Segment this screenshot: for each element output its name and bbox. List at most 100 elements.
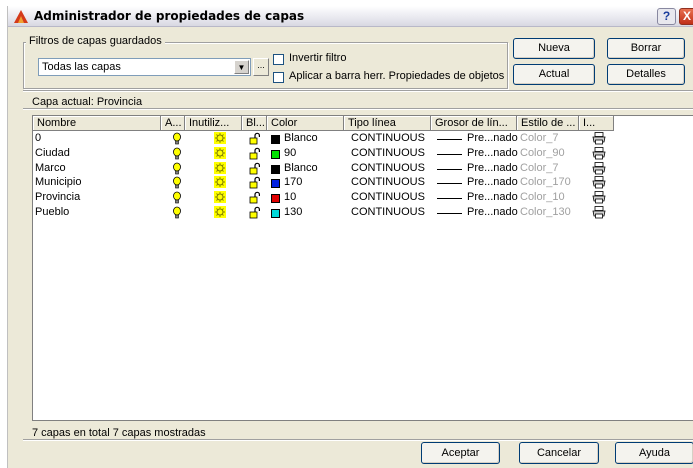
col-header-on[interactable]: A...	[161, 116, 185, 131]
sun-thawed-icon[interactable]	[213, 132, 227, 145]
status-text: 7 capas en total 7 capas mostradas	[32, 427, 206, 439]
col-header-lineweight[interactable]: Grosor de lín...	[431, 116, 517, 131]
invert-filter-label: Invertir filtro	[289, 52, 347, 64]
layer-properties-dialog: Administrador de propiedades de capas ? …	[7, 6, 693, 468]
lightbulb-on-icon[interactable]	[170, 191, 184, 204]
ok-button[interactable]: Aceptar	[421, 442, 500, 464]
layer-list[interactable]: Nombre A... Inutiliz... Bl... Color Tipo…	[32, 115, 693, 421]
filter-select[interactable]: Todas las capas ▼	[38, 58, 251, 76]
layer-color[interactable]: 10	[284, 190, 296, 204]
unlocked-padlock-icon[interactable]	[248, 132, 262, 145]
color-swatch[interactable]	[271, 209, 280, 218]
unlocked-padlock-icon[interactable]	[248, 147, 262, 160]
help-title-button[interactable]: ?	[657, 8, 676, 25]
separator	[23, 108, 693, 109]
lightbulb-on-icon[interactable]	[170, 147, 184, 160]
printer-icon[interactable]	[592, 161, 606, 175]
layer-lineweight[interactable]: Pre...nado	[467, 175, 518, 189]
chevron-down-icon[interactable]: ▼	[234, 60, 249, 74]
layer-row[interactable]: Provincia 10 CONTINUOUS Pre...nado Color_10	[33, 190, 693, 205]
title-bar[interactable]: Administrador de propiedades de capas ? …	[8, 6, 693, 27]
printer-icon[interactable]	[592, 191, 606, 204]
col-header-plot[interactable]: I...	[579, 116, 614, 131]
sun-thawed-icon[interactable]	[213, 176, 227, 189]
set-current-button[interactable]: Actual	[513, 64, 595, 85]
layer-row[interactable]: Pueblo 130 CONTINUOUS Pre...nado Color_130	[33, 205, 693, 220]
col-header-freeze[interactable]: Inutiliz...	[185, 116, 242, 131]
unlocked-padlock-icon[interactable]	[248, 206, 262, 219]
layer-linetype[interactable]: CONTINUOUS	[351, 146, 425, 160]
printer-icon[interactable]	[592, 146, 606, 160]
sun-thawed-icon[interactable]	[213, 206, 227, 219]
color-swatch[interactable]	[271, 179, 280, 189]
filter-browse-button[interactable]: ...	[253, 58, 269, 76]
current-layer-label: Capa actual: Provincia	[32, 96, 143, 108]
layer-name[interactable]: Provincia	[35, 190, 80, 204]
layer-plot-style[interactable]: Color_130	[520, 205, 571, 219]
color-swatch[interactable]	[271, 149, 280, 159]
layer-plot-style[interactable]: Color_7	[520, 131, 559, 145]
lightbulb-on-icon[interactable]	[170, 162, 184, 175]
layer-plot-style[interactable]: Color_7	[520, 161, 559, 175]
layer-color[interactable]: 90	[284, 146, 296, 160]
delete-layer-button[interactable]: Borrar	[607, 38, 685, 59]
layer-name[interactable]: Pueblo	[35, 205, 69, 219]
unlocked-padlock-icon[interactable]	[248, 162, 262, 175]
sun-thawed-icon[interactable]	[213, 161, 227, 175]
details-button[interactable]: Detalles	[607, 64, 685, 85]
layer-name[interactable]: 0	[35, 131, 41, 145]
col-header-name[interactable]: Nombre	[33, 116, 161, 131]
layer-plot-style[interactable]: Color_10	[520, 190, 565, 204]
lightbulb-on-icon[interactable]	[170, 132, 184, 145]
layer-lineweight[interactable]: Pre...nado	[467, 131, 518, 145]
layer-lineweight[interactable]: Pre...nado	[467, 146, 518, 160]
layer-color[interactable]: 170	[284, 175, 302, 189]
lineweight-sample	[437, 213, 462, 214]
color-swatch[interactable]	[271, 194, 280, 204]
color-swatch[interactable]	[271, 135, 280, 144]
layer-color[interactable]: Blanco	[284, 161, 318, 175]
layer-lineweight[interactable]: Pre...nado	[467, 205, 518, 219]
unlocked-padlock-icon[interactable]	[248, 191, 262, 204]
unlocked-padlock-icon[interactable]	[248, 176, 262, 189]
layer-linetype[interactable]: CONTINUOUS	[351, 205, 425, 219]
lineweight-sample	[437, 183, 462, 185]
sun-thawed-icon[interactable]	[213, 146, 227, 160]
lightbulb-on-icon[interactable]	[170, 176, 184, 189]
layer-color[interactable]: 130	[284, 205, 302, 219]
col-header-linetype[interactable]: Tipo línea	[344, 116, 431, 131]
layer-lineweight[interactable]: Pre...nado	[467, 190, 518, 204]
layer-name[interactable]: Municipio	[35, 175, 81, 189]
printer-icon[interactable]	[592, 206, 606, 219]
layer-color[interactable]: Blanco	[284, 131, 318, 145]
color-swatch[interactable]	[271, 164, 280, 174]
printer-icon[interactable]	[592, 132, 606, 145]
layer-linetype[interactable]: CONTINUOUS	[351, 131, 425, 145]
close-button[interactable]: X	[679, 8, 693, 25]
lineweight-sample	[437, 168, 462, 170]
invert-filter-checkbox[interactable]	[273, 54, 284, 65]
layer-name[interactable]: Marco	[35, 161, 66, 175]
window-title: Administrador de propiedades de capas	[34, 9, 305, 23]
col-header-lock[interactable]: Bl...	[242, 116, 267, 131]
layer-linetype[interactable]: CONTINUOUS	[351, 175, 425, 189]
help-button[interactable]: Ayuda	[615, 442, 693, 464]
lightbulb-on-icon[interactable]	[170, 206, 184, 219]
layer-row[interactable]: 0 Blanco CONTINUOUS Pre...nado Color_7	[33, 131, 693, 146]
layer-plot-style[interactable]: Color_170	[520, 175, 571, 189]
layer-lineweight[interactable]: Pre...nado	[467, 161, 518, 175]
sun-thawed-icon[interactable]	[213, 191, 227, 204]
printer-icon[interactable]	[592, 176, 606, 189]
col-header-plot-style[interactable]: Estilo de ...	[517, 116, 579, 131]
layer-row[interactable]: Marco Blanco CONTINUOUS Pre...nado Color_7	[33, 161, 693, 176]
cancel-button[interactable]: Cancelar	[519, 442, 599, 464]
layer-name[interactable]: Ciudad	[35, 146, 70, 160]
layer-linetype[interactable]: CONTINUOUS	[351, 190, 425, 204]
new-layer-button[interactable]: Nueva	[513, 38, 595, 59]
layer-row[interactable]: Ciudad 90 CONTINUOUS Pre...nado Color_90	[33, 146, 693, 161]
layer-row[interactable]: Municipio 170 CONTINUOUS Pre...nado Color_17…	[33, 175, 693, 190]
col-header-color[interactable]: Color	[267, 116, 344, 131]
layer-linetype[interactable]: CONTINUOUS	[351, 161, 425, 175]
apply-to-toolbar-checkbox[interactable]	[273, 72, 284, 83]
layer-plot-style[interactable]: Color_90	[520, 146, 565, 160]
